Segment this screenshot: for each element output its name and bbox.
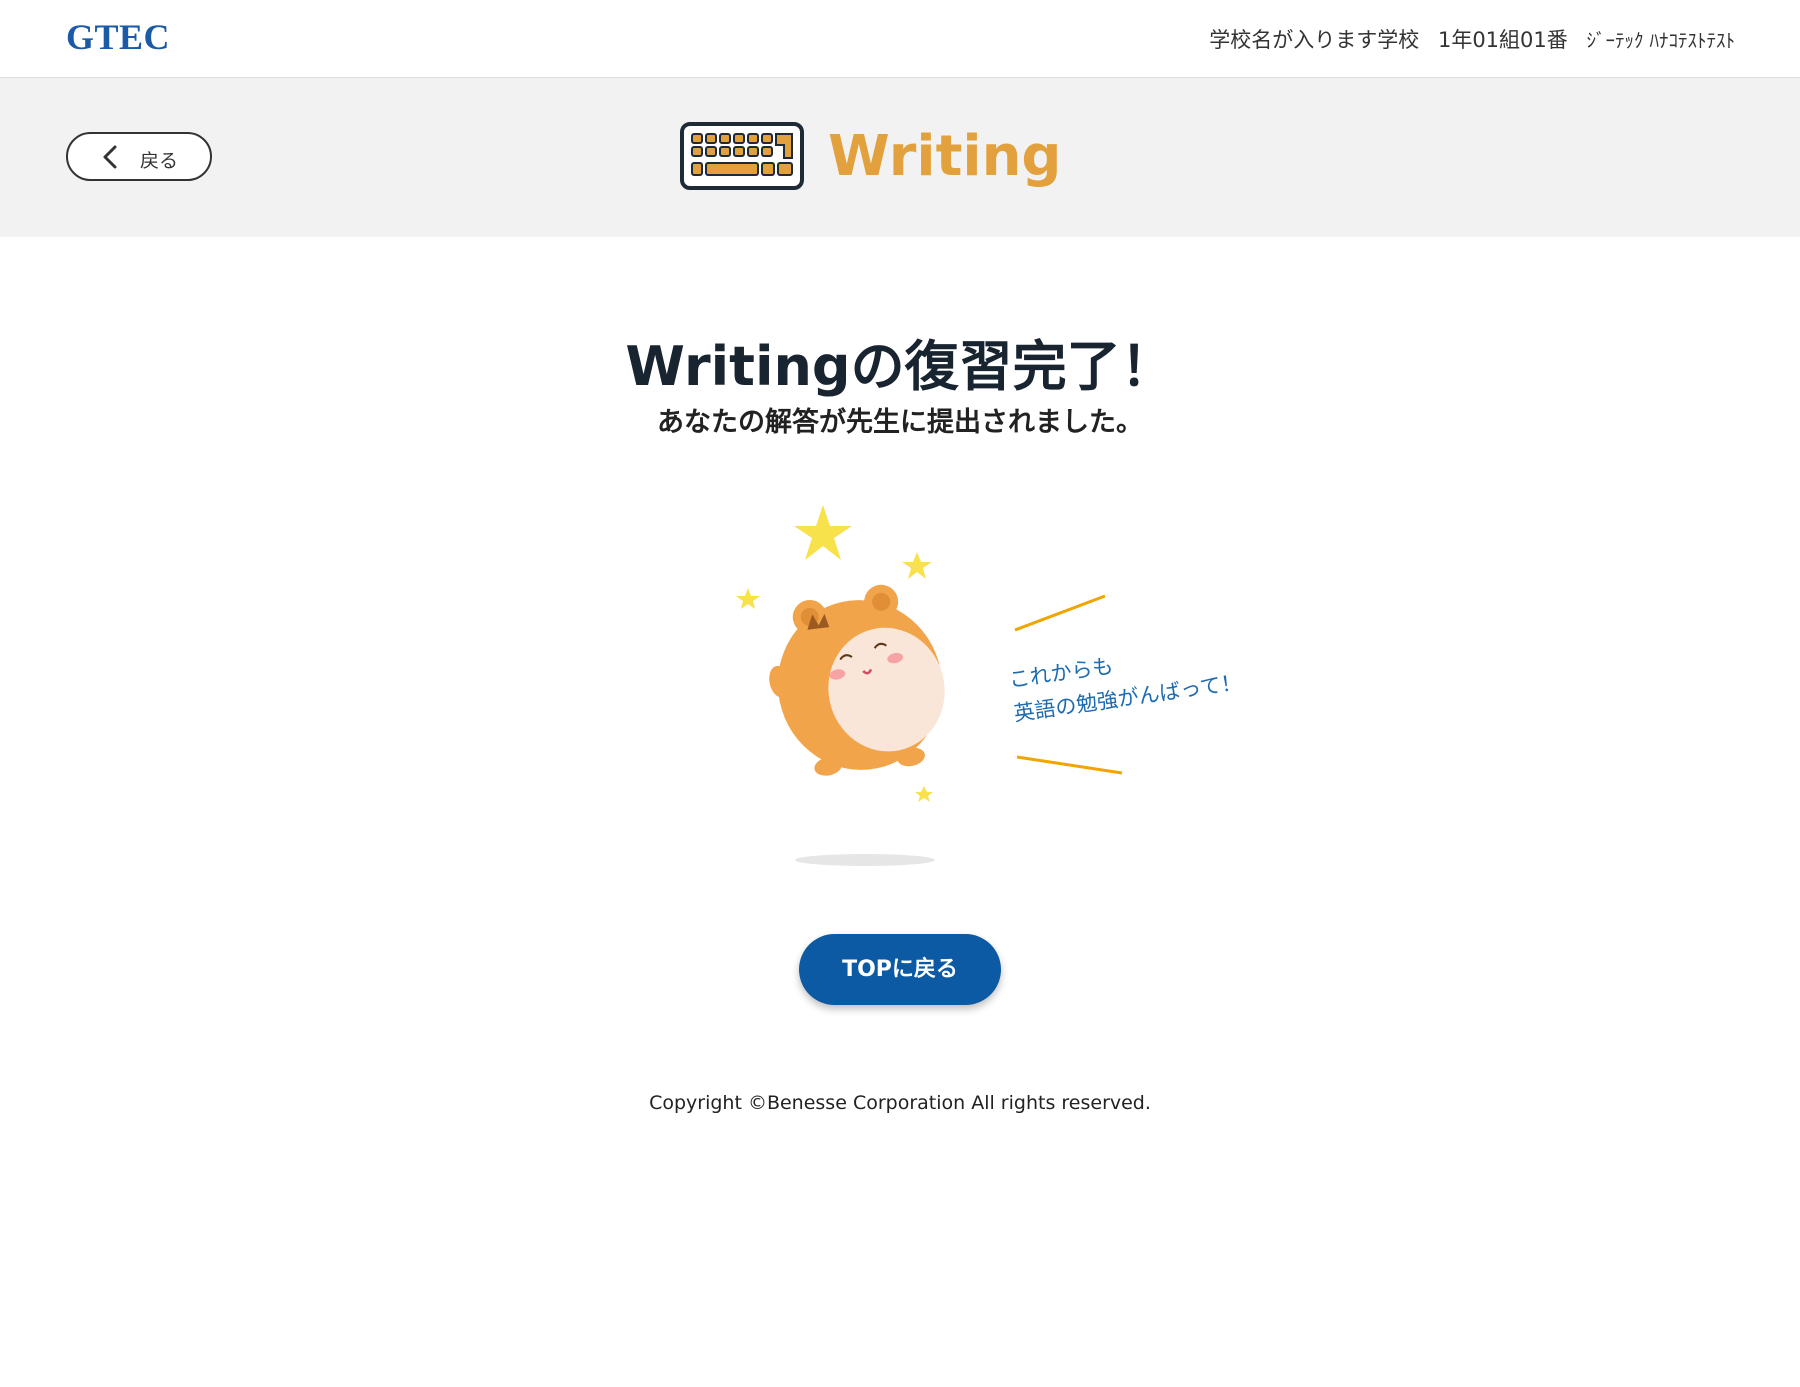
keyboard-icon	[680, 122, 804, 190]
accent-line	[1016, 755, 1123, 775]
back-button-label: 戻る	[140, 150, 179, 172]
completion-subtext: あなたの解答が先生に提出されました。	[657, 407, 1143, 438]
student-name: ｼﾞｰﾃｯｸ ﾊﾅｺﾃｽﾄﾃｽﾄ	[1586, 30, 1735, 52]
class-number: 1年01組01番	[1437, 28, 1568, 52]
back-button[interactable]: 戻る	[66, 132, 212, 181]
hamster	[769, 584, 945, 776]
chevron-left-icon	[103, 145, 117, 169]
section-header: 戻る Writing	[0, 78, 1800, 237]
ground-shadow	[795, 854, 935, 866]
accent-line	[1014, 594, 1106, 632]
user-info: 学校名が入ります学校 1年01組01番 ｼﾞｰﾃｯｸ ﾊﾅｺﾃｽﾄﾃｽﾄ	[1197, 24, 1735, 54]
top-header: GTEC 学校名が入ります学校 1年01組01番 ｼﾞｰﾃｯｸ ﾊﾅｺﾃｽﾄﾃｽ…	[0, 0, 1800, 78]
encouragement-line-1: これからも	[1007, 654, 1114, 692]
section-title: Writing	[828, 124, 1062, 189]
completion-heading: Writingの復習完了！	[625, 335, 1175, 398]
hamster-illustration: これからも 英語の勉強がんばって！	[736, 505, 1243, 866]
gtec-logo[interactable]: GTEC	[66, 16, 170, 58]
school-name: 学校名が入ります学校	[1209, 28, 1420, 52]
copyright: Copyright ©Benesse Corporation All right…	[649, 1092, 1151, 1114]
return-to-top-button[interactable]: TOPに戻る	[799, 934, 1001, 1005]
